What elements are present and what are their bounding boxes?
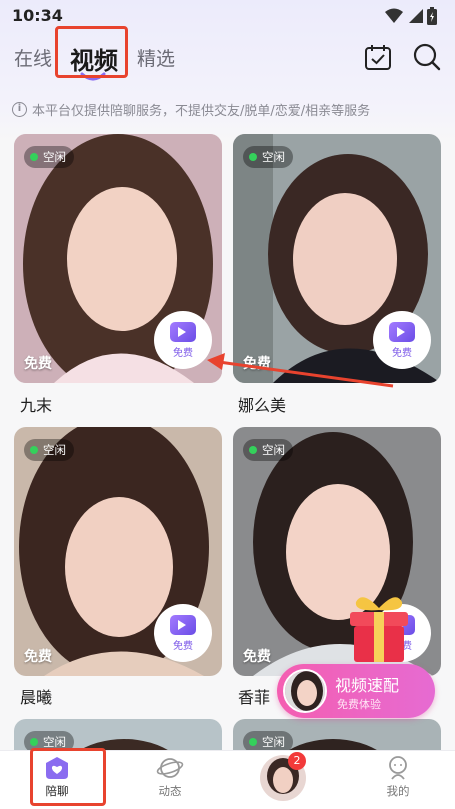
match-title: 视频速配 xyxy=(335,676,400,695)
calendar-check-icon[interactable] xyxy=(363,42,393,72)
search-icon[interactable] xyxy=(412,42,442,72)
online-dot xyxy=(30,738,38,746)
video-match-button[interactable]: 视频速配 免费体验 xyxy=(277,664,435,718)
top-tabs: 在线 视频 精选 xyxy=(0,26,455,90)
online-dot xyxy=(249,153,257,161)
nav-label: 动态 xyxy=(158,784,182,798)
highlight-box-tab xyxy=(55,26,128,78)
match-avatar xyxy=(283,669,327,713)
status-icons xyxy=(385,7,437,25)
video-call-button[interactable]: 免费 xyxy=(154,311,212,369)
nav-moments[interactable]: 动态 xyxy=(135,755,205,799)
status-badge: 空闲 xyxy=(243,439,293,461)
status-badge: 空闲 xyxy=(24,439,74,461)
signal-icon xyxy=(409,9,423,23)
wifi-icon xyxy=(385,8,403,23)
nav-messages[interactable] xyxy=(248,754,318,804)
annotation-arrow xyxy=(207,353,394,388)
info-icon: i xyxy=(12,102,27,117)
tab-online[interactable]: 在线 xyxy=(14,44,52,71)
online-dot xyxy=(249,738,257,746)
online-dot xyxy=(30,446,38,454)
free-label: 免费 xyxy=(24,356,52,372)
status-badge: 空闲 xyxy=(24,146,74,168)
profile-icon xyxy=(389,756,407,780)
nav-profile[interactable]: 我的 xyxy=(363,755,433,799)
status-time: 10:34 xyxy=(12,6,63,25)
host-name: 香菲 xyxy=(238,688,271,707)
status-badge: 空闲 xyxy=(243,146,293,168)
host-card[interactable]: 空闲 免费 免费 xyxy=(14,427,222,676)
match-subtitle: 免费体验 xyxy=(337,698,381,711)
video-camera-icon xyxy=(389,321,415,342)
battery-icon xyxy=(427,7,437,25)
online-dot xyxy=(249,446,257,454)
highlight-box-nav xyxy=(30,748,106,806)
disclaimer-notice: i 本平台仅提供陪聊服务，不提供交友/脱单/恋爱/相亲等服务 xyxy=(12,100,370,119)
video-camera-icon xyxy=(170,614,196,635)
tab-featured[interactable]: 精选 xyxy=(137,44,175,71)
unread-badge: 2 xyxy=(288,752,306,770)
nav-label: 我的 xyxy=(386,784,410,798)
free-label: 免费 xyxy=(24,649,52,665)
video-camera-icon xyxy=(170,321,196,342)
video-call-button[interactable]: 免费 xyxy=(154,604,212,662)
host-name: 娜么美 xyxy=(238,396,287,415)
host-name: 九末 xyxy=(20,396,53,415)
planet-icon xyxy=(156,758,184,778)
free-label: 免费 xyxy=(243,649,271,665)
host-name: 晨曦 xyxy=(20,688,53,707)
host-card[interactable]: 空闲 免费 免费 xyxy=(14,134,222,383)
gift-box-icon[interactable] xyxy=(344,590,414,665)
online-dot xyxy=(30,153,38,161)
disclaimer-text: 本平台仅提供陪聊服务，不提供交友/脱单/恋爱/相亲等服务 xyxy=(32,104,371,119)
